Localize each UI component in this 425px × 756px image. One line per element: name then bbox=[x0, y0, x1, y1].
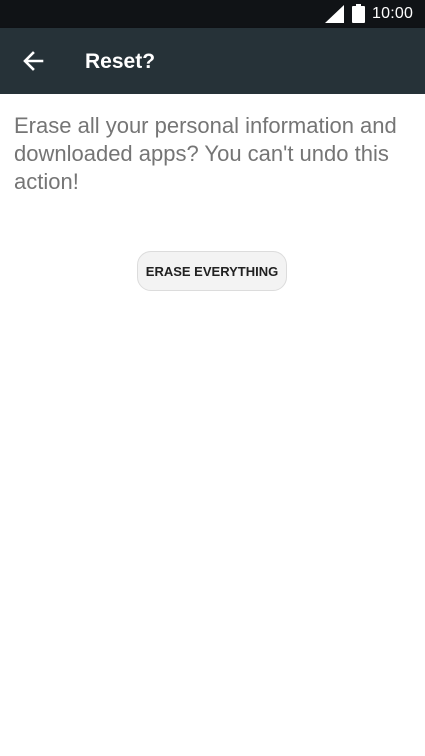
back-arrow-icon[interactable] bbox=[18, 46, 48, 76]
erase-everything-button[interactable]: ERASE EVERYTHING bbox=[137, 251, 287, 291]
page-title: Reset? bbox=[85, 50, 156, 73]
reset-content: Erase all your personal information and … bbox=[0, 94, 425, 756]
reset-warning-message: Erase all your personal information and … bbox=[14, 113, 397, 194]
status-time: 10:00 bbox=[372, 5, 414, 22]
status-bar: 10:00 bbox=[0, 0, 425, 28]
app-bar: Reset? bbox=[0, 28, 425, 94]
battery-icon bbox=[352, 4, 365, 23]
signal-icon bbox=[325, 5, 344, 23]
